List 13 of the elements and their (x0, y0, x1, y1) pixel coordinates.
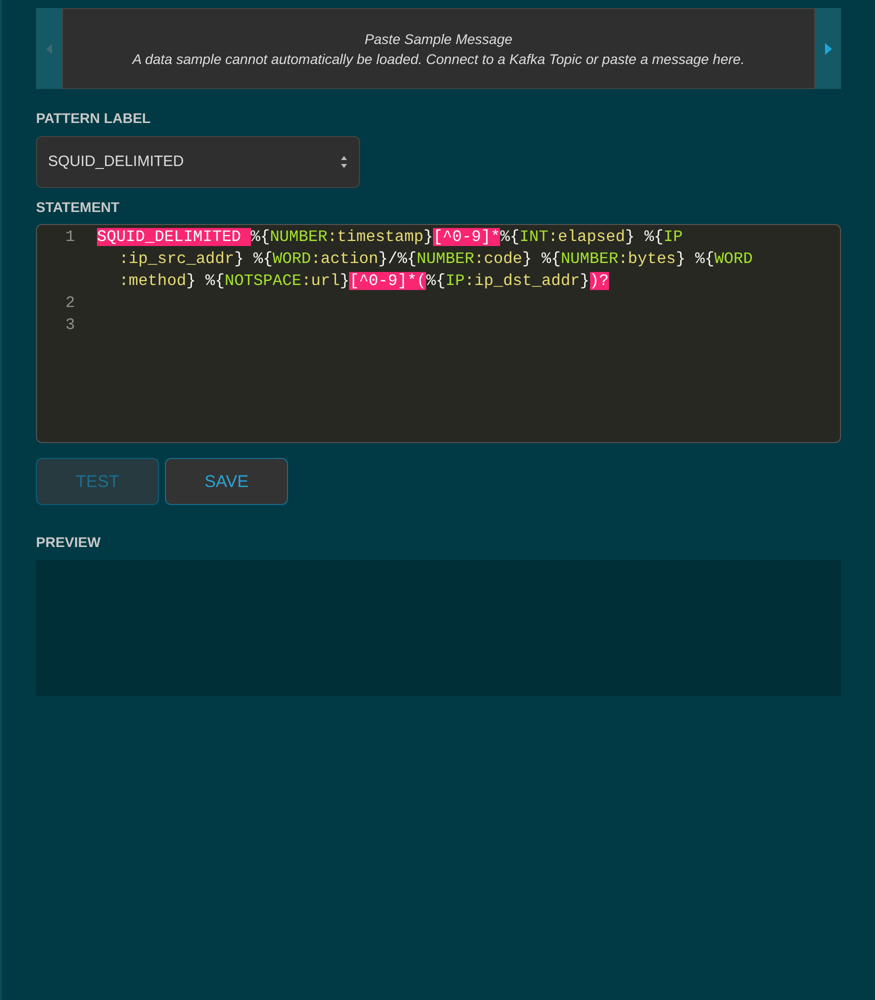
pattern-select[interactable]: SQUID_DELIMITED (36, 136, 360, 188)
field-label: PREVIEW (36, 533, 102, 552)
sample-instructions: A data sample cannot automatically be loaded. Connect to a Kafka Topic or paste a message here. (132, 50, 745, 68)
sample-message-area[interactable]: Paste Sample Message A data sample cannot automatically be loaded. Connect to a Kafka Topic or paste a message here. (62, 8, 815, 89)
right-arrow-icon[interactable] (824, 42, 832, 54)
line-number: 1 (64, 227, 76, 248)
field-label: PATTERN LABEL (36, 109, 152, 128)
sort-icon (340, 155, 348, 169)
line-number: 3 (64, 315, 76, 336)
line-number: 2 (64, 293, 76, 314)
sample-title: Paste Sample Message (364, 30, 512, 48)
field-label: STATEMENT (36, 198, 120, 217)
save-button[interactable]: SAVE (165, 458, 288, 505)
